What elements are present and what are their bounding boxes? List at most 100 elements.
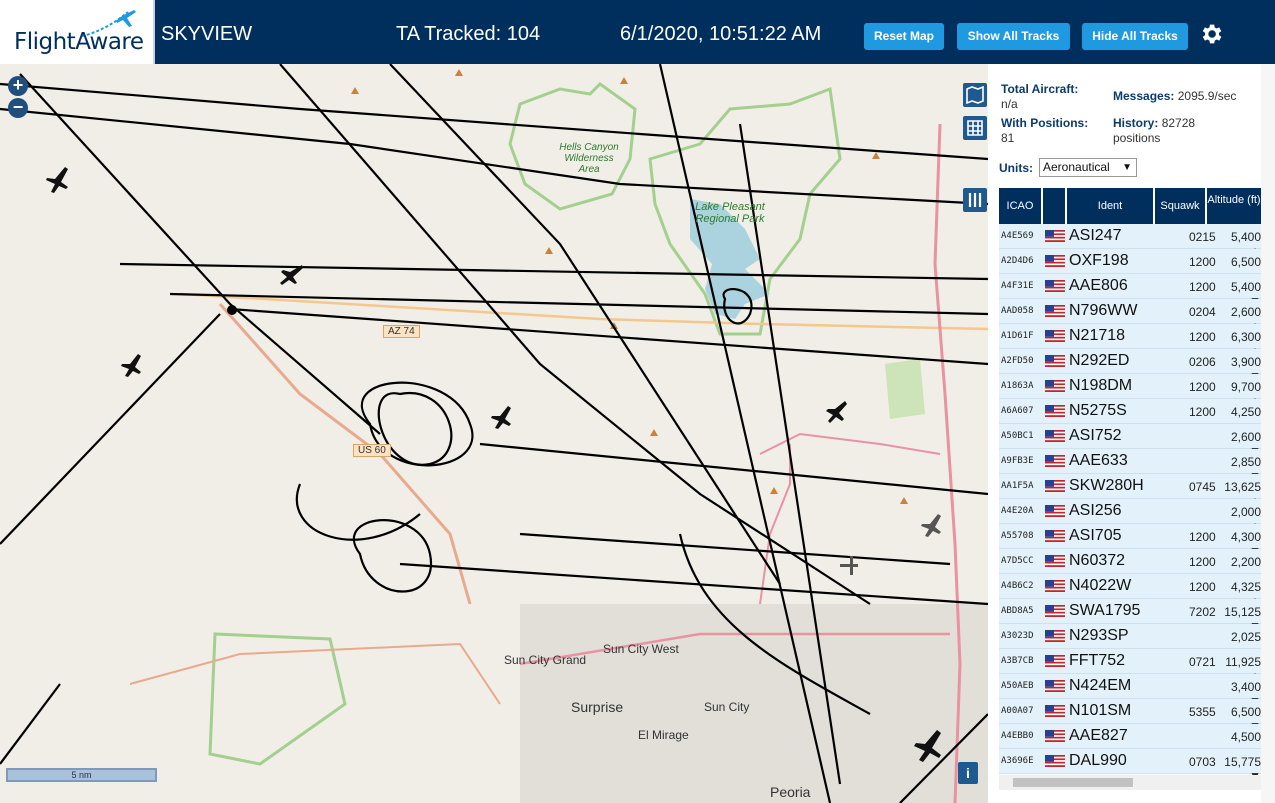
reset-map-button[interactable]: Reset Map	[864, 23, 944, 50]
altitude-value: 2,025	[1230, 630, 1261, 644]
table-row[interactable]: A50AEBN424EM3,400 ▼	[999, 674, 1261, 708]
icao-cell: AA1F5A	[1001, 481, 1034, 491]
column-ident[interactable]: Ident	[1067, 188, 1153, 224]
altitude-value: 6,500	[1230, 255, 1261, 269]
aircraft-table-body: A4E569ASI24702155,400 ▲A2D4D6OXF19812006…	[999, 224, 1261, 783]
label-el-mirage: El Mirage	[638, 728, 689, 742]
altitude-value: 3,900	[1230, 355, 1261, 369]
table-row[interactable]: AA1F5ASKW280H074513,625 ▲	[999, 474, 1261, 508]
altitude-value: 13,625	[1224, 480, 1261, 494]
table-row[interactable]: A1D61FN2171812006,300 ▲	[999, 324, 1261, 358]
ident-cell: DAL990	[1069, 752, 1127, 769]
table-row[interactable]: A4E20AASI2562,000 ▲	[999, 499, 1261, 533]
zoom-in-button[interactable]: +	[8, 76, 28, 96]
zoom-out-button[interactable]: −	[8, 98, 28, 118]
us-flag-icon	[1045, 230, 1065, 242]
table-row[interactable]: A6A607 N5275S 1200 4,250	[999, 399, 1261, 424]
icao-cell: A2D4D6	[1001, 256, 1034, 266]
scrollbar-thumb[interactable]	[1013, 778, 1133, 787]
hide-all-tracks-button[interactable]: Hide All Tracks	[1082, 23, 1188, 50]
table-row[interactable]: A3B7CBFFT752072111,925 ▲	[999, 649, 1261, 683]
column-flag	[1043, 188, 1065, 224]
table-row[interactable]: A4EBB0 AAE827 4,500	[999, 724, 1261, 749]
table-row[interactable]: A00A07N101SM53556,500 ▼	[999, 699, 1261, 733]
top-bar: FlightAware SKYVIEW TA Tracked: 104 6/1/…	[0, 0, 1275, 64]
table-row[interactable]: ABD8A5SWA1795720215,125 ▼	[999, 599, 1261, 633]
column-icao[interactable]: ICAO	[999, 188, 1041, 224]
ident-cell: SKW280H	[1069, 477, 1144, 494]
units-label: Units:	[999, 161, 1033, 175]
icao-cell: A3696E	[1001, 756, 1034, 766]
table-row[interactable]: A4B6C2N4022W12004,325 ▲	[999, 574, 1261, 608]
altitude-value: 5,400	[1230, 280, 1261, 294]
flightaware-logo[interactable]: FlightAware	[0, 0, 155, 64]
aircraft-sidebar: Total Aircraft: n/a With Positions: 81 M…	[988, 64, 1275, 803]
squawk-cell: 0703	[1189, 755, 1216, 769]
table-row[interactable]: A3696EDAL990070315,775 ▼	[999, 749, 1261, 783]
ident-cell: AAE633	[1069, 452, 1128, 469]
table-row[interactable]: A55708ASI70512004,300 ▼	[999, 524, 1261, 558]
vertical-scrollbar[interactable]	[1261, 64, 1275, 803]
map-layers-icon[interactable]	[963, 83, 987, 107]
info-button[interactable]: i	[958, 762, 978, 784]
logo-text: FlightAware	[14, 29, 144, 55]
squawk-cell: 0215	[1189, 230, 1216, 244]
us-flag-icon	[1045, 255, 1065, 267]
park-southwest	[208, 632, 347, 766]
ident-cell: AAE806	[1069, 277, 1128, 294]
map-view[interactable]: + − Hells Canyon Wilderness Area Lake Pl…	[0, 64, 988, 803]
with-positions: With Positions: 81	[1001, 116, 1088, 146]
history: History: 82728 positions	[1113, 116, 1223, 146]
columns-icon[interactable]	[963, 188, 987, 212]
table-row[interactable]: A3023D N293SP 2,025	[999, 624, 1261, 649]
ident-cell: ASI705	[1069, 527, 1122, 544]
ident-cell: SWA1795	[1069, 602, 1141, 619]
grid-icon[interactable]	[963, 116, 987, 140]
us-flag-icon	[1045, 330, 1065, 342]
table-row[interactable]: A2FD50N292ED02063,900 ▼	[999, 349, 1261, 383]
messages-label: Messages:	[1113, 89, 1175, 103]
table-row[interactable]: A4F31EAAE80612005,400 ▼	[999, 274, 1261, 308]
with-positions-value: 81	[1001, 131, 1015, 145]
label-peoria: Peoria	[770, 784, 811, 800]
us-flag-icon	[1045, 355, 1065, 367]
ident-cell: N424EM	[1069, 677, 1132, 694]
tracked-count: TA Tracked: 104	[396, 23, 541, 45]
ident-cell: N60372	[1069, 552, 1126, 569]
altitude-value: 2,200	[1230, 555, 1261, 569]
squawk-cell: 1200	[1189, 330, 1216, 344]
ident-cell: ASI256	[1069, 502, 1122, 519]
squawk-cell: 1200	[1189, 580, 1216, 594]
table-row[interactable]: A7D5CC N60372 1200 2,200	[999, 549, 1261, 574]
table-row[interactable]: A1863AN198DM12009,700 ▲	[999, 374, 1261, 408]
us-flag-icon	[1045, 505, 1065, 517]
show-all-tracks-button[interactable]: Show All Tracks	[957, 23, 1070, 50]
icao-cell: A9FB3E	[1001, 456, 1034, 466]
table-row[interactable]: A50BC1ASI7522,600 ▼	[999, 424, 1261, 458]
us-flag-icon	[1045, 755, 1065, 767]
altitude-value: 4,325	[1230, 580, 1261, 594]
icao-cell: A55708	[1001, 531, 1034, 541]
table-row[interactable]: A4E569ASI24702155,400 ▲	[999, 224, 1261, 258]
column-altitude[interactable]: Altitude (ft)	[1207, 188, 1261, 224]
us-flag-icon	[1045, 280, 1065, 292]
icao-cell: A4B6C2	[1001, 581, 1034, 591]
horizontal-scrollbar[interactable]	[999, 775, 1261, 790]
column-squawk[interactable]: Squawk	[1155, 188, 1205, 224]
squawk-cell: 1200	[1189, 280, 1216, 294]
us-flag-icon	[1045, 555, 1065, 567]
altitude-cell: 2,200	[1217, 555, 1261, 569]
gear-icon[interactable]	[1198, 21, 1224, 47]
table-row[interactable]: A9FB3EAAE6332,850 ▼	[999, 449, 1261, 483]
icao-cell: AAD058	[1001, 306, 1034, 316]
altitude-cell: 4,500	[1217, 730, 1261, 744]
us-flag-icon	[1045, 380, 1065, 392]
altitude-value: 6,500	[1230, 705, 1261, 719]
units-select[interactable]: Aeronautical ▼	[1039, 158, 1137, 177]
icao-cell: A1D61F	[1001, 331, 1034, 341]
table-row[interactable]: AAD058N796WW02042,600 ▲	[999, 299, 1261, 333]
table-row[interactable]: A2D4D6 OXF198 1200 6,500	[999, 249, 1261, 274]
us-flag-icon	[1045, 430, 1065, 442]
squawk-cell: 7202	[1189, 605, 1216, 619]
us-flag-icon	[1045, 605, 1065, 617]
